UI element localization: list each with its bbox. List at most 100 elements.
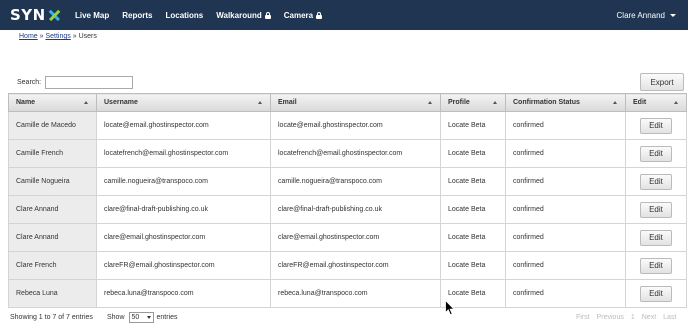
edit-button[interactable]: Edit [640,173,672,190]
table-cell: Camille French [8,139,97,168]
pager-first[interactable]: First [576,314,590,321]
main-nav: Live Map Reports Locations Walkaround Camera [75,0,335,30]
table-row: Clare Annand clare@email.ghostinspector.c… [8,223,687,252]
table-cell: clare@final-draft-publishing.co.uk [270,195,441,224]
column-header-label: Name [16,99,36,106]
lock-icon [316,11,323,19]
edit-cell: Edit [625,167,687,196]
search-label: Search: [17,79,42,86]
column-header-profile[interactable]: Profile [440,93,506,112]
sort-arrow-icon [428,101,432,104]
table-cell: Camille Nogueira [8,167,97,196]
mouse-cursor-icon [445,300,455,316]
column-header-label: Edit [633,99,647,106]
table-cell: confirmed [505,251,626,280]
table-cell: rebeca.luna@transpoco.com [96,279,271,308]
pager-previous[interactable]: Previous [597,314,624,321]
table-cell: confirmed [505,223,626,252]
edit-cell: Edit [625,223,687,252]
table-cell: Clare Annand [8,195,97,224]
table-header-row: Name Username Email Profile Confirmation Sta… [8,93,687,112]
edit-button[interactable]: Edit [640,285,672,302]
column-header-name[interactable]: Name [8,93,97,112]
table-cell: Locate Beta [440,223,506,252]
search-input[interactable] [45,76,133,89]
nav-item-label: Locations [165,10,204,20]
page-size-select[interactable]: 50 [128,312,154,323]
nav-item-walkaround[interactable]: Walkaround [216,10,271,20]
table-row: Clare Annand clare@final-draft-publishing… [8,195,687,224]
edit-cell: Edit [625,251,687,280]
nav-item-label: Camera [283,10,314,20]
breadcrumb: Home » Settings » Users [19,33,97,40]
user-menu[interactable]: Clare Annand [617,0,676,30]
sort-arrow-icon [84,101,88,104]
synx-logo[interactable]: SYN [10,6,61,24]
table-cell: clareFR@email.ghostinspector.com [96,251,271,280]
edit-button[interactable]: Edit [640,117,672,134]
pager-1[interactable]: 1 [631,314,635,321]
lock-icon [264,11,271,19]
table-row: Camille de Macedo locate@email.ghostinspe… [8,111,687,140]
sort-arrow-icon [258,101,262,104]
edit-button[interactable]: Edit [640,229,672,246]
table-cell: confirmed [505,139,626,168]
edit-button[interactable]: Edit [640,257,672,274]
column-header-confirmation-status[interactable]: Confirmation Status [505,93,626,112]
table-cell: Locate Beta [440,111,506,140]
entries-label: entries [156,314,178,321]
user-name: Clare Annand [616,10,665,20]
edit-cell: Edit [625,195,687,224]
table-cell: clareFR@email.ghostinspector.com [270,251,441,280]
edit-cell: Edit [625,279,687,308]
table-cell: Locate Beta [440,195,506,224]
sort-arrow-icon [613,101,617,104]
nav-item-label: Walkaround [216,10,262,20]
nav-item-locations[interactable]: Locations [165,11,203,20]
table-info: Showing 1 to 7 of 7 entries [10,314,93,321]
table-cell: Camille de Macedo [8,111,97,140]
edit-cell: Edit [625,111,687,140]
table-row: Clare French clareFR@email.ghostinspector… [8,251,687,280]
column-header-email[interactable]: Email [270,93,441,112]
table-cell: Rebeca Luna [8,279,97,308]
sort-arrow-icon [493,101,497,104]
table-body: Camille de Macedo locate@email.ghostinspe… [8,111,687,308]
table-cell: Locate Beta [440,139,506,168]
users-table: Name Username Email Profile Confirmation Sta… [8,93,687,308]
table-cell: clare@final-draft-publishing.co.uk [96,195,271,224]
column-header-edit[interactable]: Edit [625,93,687,112]
nav-item-camera[interactable]: Camera [283,10,323,20]
top-navbar: SYN Live Map Reports Locations Walkaround Ca… [0,0,688,30]
table-cell: clare@email.ghostinspector.com [270,223,441,252]
column-header-label: Email [278,99,297,106]
edit-button[interactable]: Edit [640,201,672,218]
pager-next[interactable]: Next [642,314,656,321]
export-button[interactable]: Export [640,73,684,91]
nav-item-label: Live Map [75,10,110,20]
table-cell: Locate Beta [440,251,506,280]
show-label: Show [107,314,125,321]
table-cell: confirmed [505,279,626,308]
pager-last[interactable]: Last [663,314,676,321]
select-caret-icon [146,316,151,319]
breadcrumb-home-link[interactable]: Home [19,33,38,40]
logo-text: SYN [10,6,46,24]
table-cell: locate@email.ghostinspector.com [270,111,441,140]
nav-item-live-map[interactable]: Live Map [75,11,109,20]
table-cell: locate@email.ghostinspector.com [96,111,271,140]
table-cell: clare@email.ghostinspector.com [96,223,271,252]
nav-item-label: Reports [122,10,153,20]
table-cell: camille.nogueira@transpoco.com [96,167,271,196]
breadcrumb-settings-link[interactable]: Settings [45,33,70,40]
column-header-label: Username [104,99,138,106]
logo-x-mark-icon [47,8,61,22]
nav-item-reports[interactable]: Reports [122,11,152,20]
column-header-username[interactable]: Username [96,93,271,112]
page-length-control: Show 50 entries [107,312,178,323]
edit-button[interactable]: Edit [640,145,672,162]
table-row: Camille Nogueira camille.nogueira@transpo… [8,167,687,196]
table-row: Rebeca Luna rebeca.luna@transpoco.com rebe… [8,279,687,308]
column-header-label: Profile [448,99,470,106]
table-cell: Clare French [8,251,97,280]
